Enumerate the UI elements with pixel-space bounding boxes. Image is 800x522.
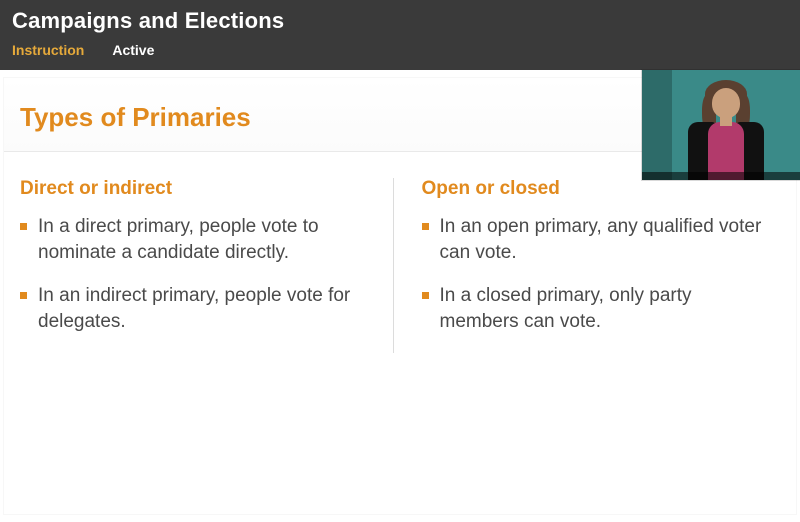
slide-columns: Direct or indirect In a direct primary, … [4, 152, 796, 353]
video-controls-bar[interactable] [642, 172, 800, 180]
right-heading: Open or closed [422, 178, 771, 200]
video-bg-accent [642, 70, 672, 180]
left-bullets: In a direct primary, people vote to nomi… [20, 214, 369, 335]
lesson-title: Campaigns and Elections [12, 6, 788, 34]
list-item: In a direct primary, people vote to nomi… [20, 214, 369, 265]
list-item: In an indirect primary, people vote for … [20, 283, 369, 334]
person-icon [712, 88, 740, 118]
lesson-header: Campaigns and Elections Instruction Acti… [0, 0, 800, 70]
column-right: Open or closed In an open primary, any q… [393, 178, 781, 353]
right-bullets: In an open primary, any qualified voter … [422, 214, 771, 335]
column-left: Direct or indirect In a direct primary, … [20, 178, 393, 353]
list-item: In an open primary, any qualified voter … [422, 214, 771, 265]
left-heading: Direct or indirect [20, 178, 369, 200]
content-stage: Types of Primaries Direct or indirect In… [0, 70, 800, 522]
lesson-tabs: Instruction Active [12, 42, 788, 58]
list-item: In a closed primary, only party members … [422, 283, 771, 334]
instructor-video[interactable] [642, 70, 800, 180]
tab-active[interactable]: Active [112, 42, 154, 58]
tab-instruction[interactable]: Instruction [12, 42, 84, 58]
